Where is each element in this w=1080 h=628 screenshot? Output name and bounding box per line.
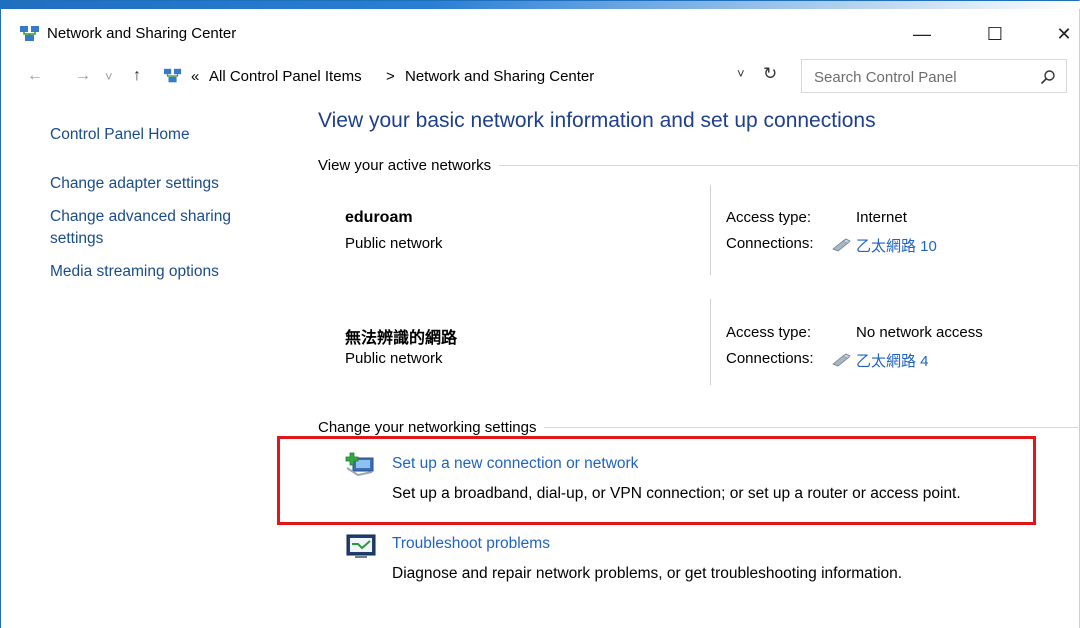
close-icon: ✕ xyxy=(1056,23,1072,44)
forward-button[interactable]: → xyxy=(75,67,91,85)
network-center-icon xyxy=(20,26,39,41)
connection-link[interactable]: 乙太網路 10 xyxy=(856,235,937,256)
task-description: Diagnose and repair network problems, or… xyxy=(392,565,903,582)
connection-link[interactable]: 乙太網路 4 xyxy=(856,350,929,371)
network-category: Public network xyxy=(345,235,443,252)
title-bar: Network and Sharing Center — ☐ ✕ xyxy=(1,9,1080,49)
sidebar-change-advanced-sharing-settings[interactable]: Change advanced sharing settings xyxy=(50,206,231,250)
network-name: 無法辨識的網路 xyxy=(345,330,458,347)
network-center-icon xyxy=(164,68,182,83)
section-title: Change your networking settings xyxy=(318,419,537,436)
minimize-button[interactable]: — xyxy=(899,17,945,51)
access-type-label: Access type: xyxy=(726,324,812,341)
ethernet-icon xyxy=(832,238,851,252)
address-dropdown-button[interactable]: ˅ xyxy=(737,66,745,81)
refresh-button[interactable]: ↻ xyxy=(763,64,777,84)
window-title: Network and Sharing Center xyxy=(47,25,237,42)
highlight-box xyxy=(277,436,1036,525)
access-type-label: Access type: xyxy=(726,209,812,226)
breadcrumb-separator[interactable]: > xyxy=(386,68,395,85)
up-button[interactable]: ↑ xyxy=(133,67,141,85)
overflow-chevron[interactable]: « xyxy=(191,68,199,85)
connections-label: Connections: xyxy=(726,350,814,367)
divider xyxy=(499,165,1078,166)
back-button[interactable]: ← xyxy=(27,67,43,85)
maximize-icon: ☐ xyxy=(986,23,1004,44)
address-bar-row: ← → ˅ ↑ « All Control Panel Items > Netw… xyxy=(1,57,1080,97)
close-button[interactable]: ✕ xyxy=(1041,17,1080,51)
sidebar-media-streaming-options[interactable]: Media streaming options xyxy=(50,261,219,283)
sidebar-control-panel-home[interactable]: Control Panel Home xyxy=(50,124,190,146)
troubleshoot-problems-link[interactable]: Troubleshoot problems xyxy=(392,535,550,553)
section-title: View your active networks xyxy=(318,157,492,174)
maximize-button[interactable]: ☐ xyxy=(972,17,1018,51)
connections-label: Connections: xyxy=(726,235,814,252)
breadcrumb-all-control-panel-items[interactable]: All Control Panel Items xyxy=(209,68,362,85)
access-type-value: Internet xyxy=(856,209,907,226)
divider xyxy=(710,185,711,275)
recent-locations-button[interactable]: ˅ xyxy=(105,69,113,84)
search-icon xyxy=(1040,70,1055,85)
divider xyxy=(710,299,711,385)
ethernet-icon xyxy=(832,353,851,367)
network-name: eduroam xyxy=(345,209,413,226)
minimize-icon: — xyxy=(913,23,931,44)
troubleshoot-icon xyxy=(346,534,376,558)
window-top-strip xyxy=(1,1,1080,9)
sidebar-change-adapter-settings[interactable]: Change adapter settings xyxy=(50,173,219,195)
search-input[interactable]: Search Control Panel xyxy=(801,59,1067,93)
active-networks-section-header: View your active networks xyxy=(318,157,1078,174)
change-settings-section-header: Change your networking settings xyxy=(318,419,1078,436)
address-box[interactable]: « All Control Panel Items > Network and … xyxy=(151,59,791,93)
breadcrumb-network-and-sharing-center[interactable]: Network and Sharing Center xyxy=(405,68,594,85)
page-title: View your basic network information and … xyxy=(318,109,876,132)
window: Network and Sharing Center — ☐ ✕ ← → ˅ ↑… xyxy=(0,0,1080,628)
access-type-value: No network access xyxy=(856,324,983,341)
divider xyxy=(544,427,1078,428)
search-placeholder: Search Control Panel xyxy=(814,69,957,86)
network-category: Public network xyxy=(345,350,443,367)
